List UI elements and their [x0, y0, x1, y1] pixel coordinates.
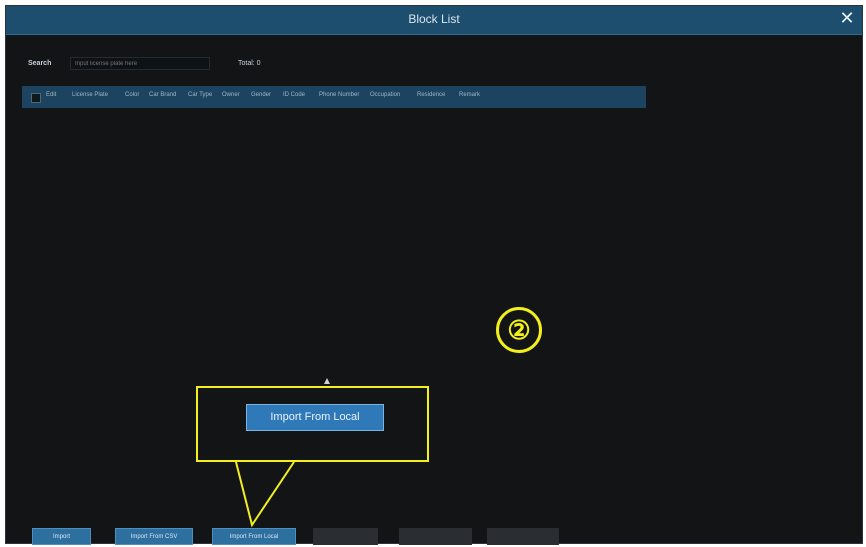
column-id-code[interactable]: ID Code	[283, 92, 305, 98]
table-header: Edit License Plate Color Car Brand Car T…	[22, 86, 646, 108]
column-edit[interactable]: Edit	[46, 92, 56, 98]
disabled-button-3	[487, 528, 559, 545]
import-button[interactable]: Import	[32, 528, 91, 545]
search-input[interactable]	[70, 57, 210, 70]
block-list-window: Block List ✕ Search Total: 0 Edit Licens…	[5, 5, 863, 545]
disabled-button-1	[313, 528, 378, 545]
column-car-brand[interactable]: Car Brand	[149, 92, 176, 98]
step-marker: ②	[496, 307, 542, 353]
import-from-local-callout-button[interactable]: Import From Local	[246, 404, 384, 431]
window-title: Block List	[408, 12, 460, 26]
column-phone-number[interactable]: Phone Number	[319, 92, 359, 98]
search-label: Search	[28, 60, 52, 67]
column-car-type[interactable]: Car Type	[188, 92, 212, 98]
disabled-button-2	[399, 528, 472, 545]
close-icon[interactable]: ✕	[838, 9, 856, 27]
title-bar: Block List ✕	[6, 6, 862, 35]
import-from-local-button[interactable]: Import From Local	[212, 528, 296, 545]
column-owner[interactable]: Owner	[222, 92, 240, 98]
select-all-checkbox[interactable]	[31, 93, 41, 103]
mouse-cursor-icon	[324, 378, 330, 384]
import-from-csv-button[interactable]: Import From CSV	[115, 528, 193, 545]
column-remark[interactable]: Remark	[459, 92, 480, 98]
column-residence[interactable]: Residence	[417, 92, 445, 98]
column-color[interactable]: Color	[125, 92, 139, 98]
total-count: Total: 0	[238, 60, 261, 67]
column-license-plate[interactable]: License Plate	[72, 92, 108, 98]
column-gender[interactable]: Gender	[251, 92, 271, 98]
column-occupation[interactable]: Occupation	[370, 92, 400, 98]
